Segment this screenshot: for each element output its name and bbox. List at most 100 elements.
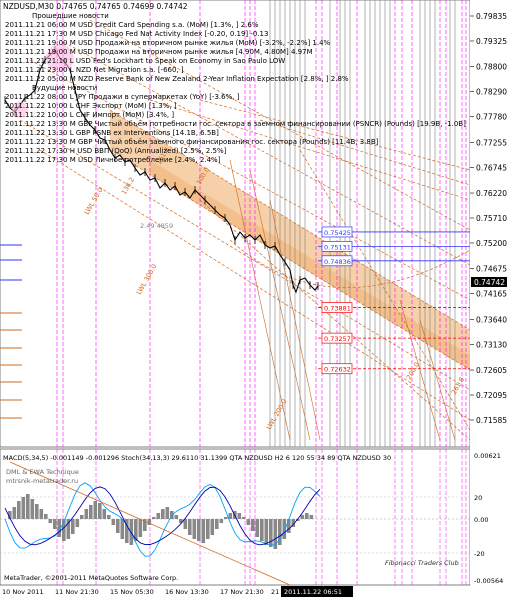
time-cursor-label: 2011.11.22 06:51 xyxy=(284,588,342,596)
future-news-item[interactable]: 2011.11.22 13:30 L GBP PSNB ex Intervent… xyxy=(5,129,219,137)
macd-hist-bar xyxy=(26,494,30,519)
macd-hist-bar xyxy=(206,519,210,539)
past-news-item[interactable]: 2011.11.21 06:00 M USD Credit Card Spend… xyxy=(5,21,259,29)
price-tick-label: 0.73640 xyxy=(476,315,507,324)
price-tick-label: 0.72095 xyxy=(476,391,507,400)
price-tick-label: 0.73130 xyxy=(476,340,507,349)
macd-hist-bar xyxy=(35,504,39,519)
macd-hist-bar xyxy=(93,501,98,519)
macd-hist-bar xyxy=(21,497,26,519)
indicator-left-label-1: DML & EWA Technique xyxy=(6,468,79,476)
past-news-item[interactable]: 2011.11.21 21:10 L USD Fed's Lockhart to… xyxy=(5,57,285,65)
indicator-axis-label: -20 xyxy=(474,550,485,558)
macd-hist-bar xyxy=(237,513,242,519)
macd-hist-bar xyxy=(161,509,165,519)
price-tick-label: 0.77255 xyxy=(476,138,507,147)
past-news-title: Прошедшие новости xyxy=(32,12,109,20)
macd-hist-bar xyxy=(98,503,102,519)
price-tick-label: 0.74675 xyxy=(476,265,507,274)
level-label-text: 0.75425 xyxy=(324,229,351,237)
future-news-item[interactable]: 2011.11.22 13:30 M GBP Чистый объём заем… xyxy=(5,138,379,146)
macd-hist-bar xyxy=(219,519,224,523)
future-news-item[interactable]: 2011.11.22 17:30 H USD ВВП (QoQ) (Annual… xyxy=(5,147,227,155)
macd-hist-bar xyxy=(152,517,156,519)
macd-hist-bar xyxy=(201,519,206,543)
macd-hist-bar xyxy=(309,515,314,519)
time-axis-label: 16 Nov 13:30 xyxy=(165,588,209,596)
price-tick-label: 0.74165 xyxy=(476,290,507,299)
macd-hist-bar xyxy=(102,509,107,519)
macd-hist-bar xyxy=(215,519,219,529)
future-news-item[interactable]: 2011.11.22 08:00 L JPY Продажи в суперма… xyxy=(5,93,240,101)
future-news-item[interactable]: 2011.11.22 13:30 M GBP Чистый объём потр… xyxy=(5,120,466,128)
symbol-header: NZDUSD,M30 0.74765 0.74765 0.74699 0.747… xyxy=(3,2,188,11)
time-axis-label: 21 xyxy=(271,588,279,596)
chart-canvas[interactable]: 0.75425 0.75131 0.74836 0.73881 0.73257 0.726… xyxy=(0,0,507,600)
macd-hist-bar xyxy=(138,519,143,537)
macd-hist-bar xyxy=(30,499,35,519)
macd-hist-bar xyxy=(116,519,120,533)
indicator-axis-label: -0.00564 xyxy=(474,577,503,585)
macd-hist-bar xyxy=(71,519,75,534)
mt4-chart-window[interactable]: 0.75425 0.75131 0.74836 0.73881 0.73257 0.726… xyxy=(0,0,507,600)
time-axis-label: 17 Nov 21:30 xyxy=(220,588,264,596)
past-news-item[interactable]: 2011.11.21 19:00 M USD Продажи на вторич… xyxy=(5,39,331,47)
price-tick-label: 0.75200 xyxy=(476,239,507,248)
price-tick-label: 0.76745 xyxy=(476,163,507,172)
price-tick-label: 0.72605 xyxy=(476,366,507,375)
future-news-item[interactable]: 2011.11.22 17:30 M USD Личное потреблени… xyxy=(5,156,221,164)
current-price-label: 0.74742 xyxy=(474,278,505,287)
past-news-item[interactable]: 2011.11.21 23:00 L NZD Net Migration s.a… xyxy=(5,66,184,74)
indicator-left-label-2: mtrsnik-metatrader.ru xyxy=(6,477,78,485)
price-tick-label: 0.79325 xyxy=(476,37,507,46)
watermark-text: Fibonacci Traders Club xyxy=(385,559,459,567)
past-news-item[interactable]: 2011.11.21 19:00 M USD Продажи на вторич… xyxy=(5,48,313,56)
price-tick-label: 0.77780 xyxy=(476,113,507,122)
macd-hist-bar xyxy=(17,501,21,519)
macd-hist-bar xyxy=(165,507,170,519)
macd-hist-bar xyxy=(228,513,233,519)
macd-hist-bar xyxy=(48,519,53,523)
level-label-text: 0.73257 xyxy=(324,335,351,343)
macd-hist-bar xyxy=(39,509,44,519)
past-news-item[interactable]: 2011.11.21 17:30 M USD Chicago Fed Nat A… xyxy=(5,30,268,38)
macd-hist-bar xyxy=(84,509,89,519)
future-news-item[interactable]: 2011.11.22 10:00 L CHF Экспорт (MoM) [1.… xyxy=(5,102,177,110)
macd-hist-bar xyxy=(305,513,309,519)
macd-hist-bar xyxy=(111,519,116,525)
price-tick-label: 0.79835 xyxy=(476,12,507,21)
macd-hist-bar xyxy=(210,519,215,535)
future-news-title: Будущие новости xyxy=(32,84,97,92)
indicator-axis-label: 0.00621 xyxy=(474,452,501,460)
time-axis-label: 11 Nov 21:30 xyxy=(55,588,99,596)
time-axis-label: 15 Nov 05:30 xyxy=(110,588,154,596)
macd-hist-bar xyxy=(107,515,111,519)
past-news-item[interactable]: 2011.11.22 05:00 M NZD Reserve Bank of N… xyxy=(5,75,349,83)
macd-hist-bar xyxy=(80,515,84,519)
macd-hist-bar xyxy=(197,519,201,541)
macd-hist-bar xyxy=(300,515,305,519)
macd-hist-bar xyxy=(269,519,273,547)
macd-hist-bar xyxy=(287,519,291,533)
macd-hist-bar xyxy=(255,519,260,537)
macd-hist-bar xyxy=(12,507,17,519)
channel-label: 2.49 4859 xyxy=(140,222,173,230)
level-label-text: 0.72632 xyxy=(324,366,351,374)
level-label-text: 0.74836 xyxy=(324,258,351,266)
macd-hist-bar xyxy=(264,519,269,545)
macd-hist-bar xyxy=(260,519,264,541)
macd-hist-bar xyxy=(89,505,93,519)
copyright-text: MetaTrader, ©2001-2011 MetaQuotes Softwa… xyxy=(4,574,178,582)
future-news-item[interactable]: 2011.11.22 10:00 L CHF Импорт (MoM) [3.4… xyxy=(5,111,174,119)
time-axis-label: 10 Nov 2011 xyxy=(2,588,44,596)
price-tick-label: 0.71585 xyxy=(476,416,507,425)
macd-hist-bar xyxy=(44,514,48,519)
macd-hist-bar xyxy=(129,519,134,545)
macd-hist-bar xyxy=(192,519,197,539)
macd-hist-bar xyxy=(156,513,161,519)
price-tick-label: 0.75710 xyxy=(476,214,507,223)
macd-hist-bar xyxy=(251,519,255,531)
price-tick-label: 0.78290 xyxy=(476,88,507,97)
macd-hist-bar xyxy=(246,519,251,525)
macd-hist-bar xyxy=(174,515,179,519)
